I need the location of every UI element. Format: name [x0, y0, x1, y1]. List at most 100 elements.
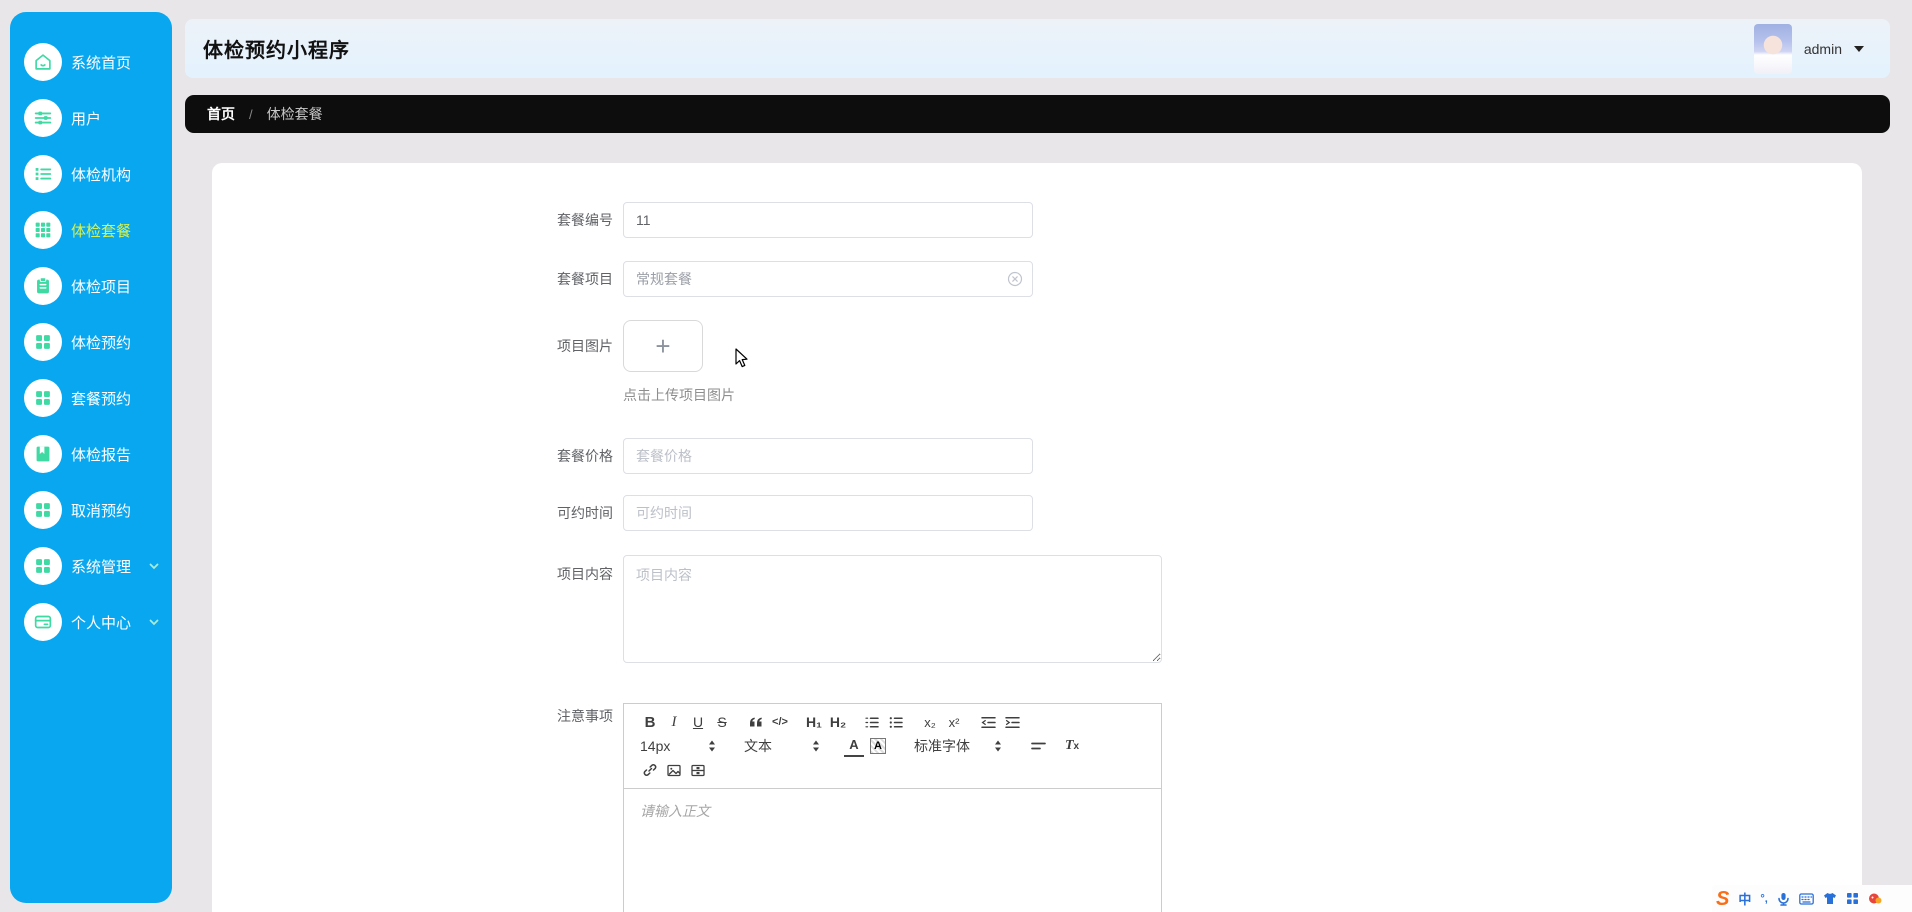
editor-placeholder: 请输入正文	[640, 803, 710, 819]
indent-button[interactable]	[1002, 711, 1022, 733]
font-family-picker[interactable]: 标准字体	[914, 735, 1002, 757]
breadcrumb-separator: /	[249, 106, 253, 122]
text-color-button[interactable]: A	[844, 735, 864, 757]
sidebar-item-cancel-booking[interactable]: 取消预约	[10, 482, 172, 538]
breadcrumb-home-link[interactable]: 首页	[207, 104, 235, 124]
font-size-value: 14px	[640, 738, 671, 754]
form-row-notes: 注意事项 B I U S </> H₁ H₂ x₂ x² 14px 文本 A A…	[455, 703, 1162, 912]
field-label: 套餐项目	[557, 271, 613, 287]
chevron-down-icon	[148, 616, 160, 628]
upload-hint: 点击上传项目图片	[623, 387, 735, 403]
list-icon	[24, 155, 62, 193]
page: 系统首页 用户 体检机构 体检套餐 体检项目 体检预约 套餐预约 体检报告 取消…	[0, 0, 1912, 912]
outdent-button[interactable]	[978, 711, 998, 733]
sidebar-item-checkup-booking[interactable]: 体检预约	[10, 314, 172, 370]
sidebar-item-system-management[interactable]: 系统管理	[10, 538, 172, 594]
sidebar-item-personal-center[interactable]: 个人中心	[10, 594, 172, 650]
wallet-icon	[24, 603, 62, 641]
sidebar-item-reports[interactable]: 体检报告	[10, 426, 172, 482]
image-button[interactable]	[664, 759, 684, 781]
strikethrough-button[interactable]: S	[712, 711, 732, 733]
highlight-color-button[interactable]: A	[870, 738, 886, 754]
toolbox-grid-icon[interactable]	[1846, 892, 1859, 905]
superscript-button[interactable]: x²	[944, 711, 964, 733]
subscript-button[interactable]: x₂	[920, 711, 940, 733]
editor-toolbar: B I U S </> H₁ H₂ x₂ x² 14px 文本 A A 标准字体…	[624, 704, 1161, 789]
chevron-down-icon	[148, 560, 160, 572]
sidebar-item-label: 体检报告	[71, 446, 132, 464]
paragraph-style-value: 文本	[744, 738, 772, 754]
bold-button[interactable]: B	[640, 711, 660, 733]
sidebar-item-packages[interactable]: 体检套餐	[10, 202, 172, 258]
video-button[interactable]	[688, 759, 708, 781]
form-row-project-image: 项目图片 + 点击上传项目图片	[455, 320, 735, 405]
user-menu[interactable]: admin	[1753, 19, 1864, 78]
header-2-button[interactable]: H₂	[828, 711, 848, 733]
form-row-project-content: 项目内容	[455, 555, 1162, 663]
caret-down-icon	[1854, 45, 1864, 52]
ime-punctuation-toggle[interactable]: °,	[1760, 893, 1767, 905]
available-time-input[interactable]	[623, 495, 1033, 531]
header-1-button[interactable]: H₁	[804, 711, 824, 733]
font-family-value: 标准字体	[914, 738, 970, 754]
clean-t: T	[1064, 738, 1074, 753]
form-row-package-price: 套餐价格	[455, 438, 1033, 474]
align-picker[interactable]	[1028, 735, 1048, 757]
username: admin	[1803, 40, 1842, 57]
sidebar-item-home[interactable]: 系统首页	[10, 34, 172, 90]
field-label: 项目图片	[557, 338, 613, 354]
home-icon	[24, 43, 62, 81]
breadcrumb-current: 体检套餐	[266, 106, 323, 122]
sidebar: 系统首页 用户 体检机构 体检套餐 体检项目 体检预约 套餐预约 体检报告 取消…	[10, 12, 172, 903]
grid-2x2-icon	[24, 379, 62, 417]
breadcrumb: 首页 / 体检套餐	[185, 95, 1890, 133]
sidebar-item-label: 个人中心	[71, 614, 132, 632]
clipboard-icon	[24, 267, 62, 305]
emoji-icon[interactable]	[1868, 892, 1882, 905]
bullet-list-button[interactable]	[886, 711, 906, 733]
package-item-input-wrap	[623, 261, 1033, 297]
microphone-icon[interactable]	[1777, 892, 1790, 906]
sidebar-item-label: 用户	[71, 110, 102, 128]
ime-toolbar: S 中 °,	[1712, 885, 1912, 912]
sidebar-item-label: 取消预约	[71, 502, 132, 520]
toolbar-row-1: B I U S </> H₁ H₂ x₂ x²	[640, 710, 1153, 734]
toolbar-row-2: 14px 文本 A A 标准字体 T x	[640, 734, 1153, 758]
sidebar-item-package-booking[interactable]: 套餐预约	[10, 370, 172, 426]
toolbar-row-3	[640, 758, 1153, 782]
sidebar-item-users[interactable]: 用户	[10, 90, 172, 146]
clear-icon[interactable]	[1007, 271, 1023, 287]
package-price-input[interactable]	[623, 438, 1033, 474]
blockquote-button[interactable]	[746, 711, 766, 733]
sidebar-item-institutions[interactable]: 体检机构	[10, 146, 172, 202]
underline-button[interactable]: U	[688, 711, 708, 733]
sidebar-item-checkup-items[interactable]: 体检项目	[10, 258, 172, 314]
editor-content[interactable]: 请输入正文	[624, 789, 1161, 912]
italic-button[interactable]: I	[664, 711, 684, 733]
ime-language-toggle[interactable]: 中	[1738, 889, 1751, 908]
paragraph-style-picker[interactable]: 文本	[744, 735, 820, 757]
image-upload-button[interactable]: +	[623, 320, 703, 372]
header-bar: 体检预约小程序 admin	[185, 19, 1890, 78]
sogou-logo-icon[interactable]: S	[1716, 889, 1729, 909]
clear-format-button[interactable]: Tx	[1062, 735, 1082, 757]
upload-column: + 点击上传项目图片	[623, 320, 735, 405]
project-content-textarea[interactable]	[623, 555, 1162, 663]
grid-2x2-icon	[24, 323, 62, 361]
ordered-list-button[interactable]	[862, 711, 882, 733]
clean-x: x	[1073, 740, 1080, 752]
package-item-input[interactable]	[623, 261, 1033, 297]
field-label: 注意事项	[557, 708, 613, 724]
link-button[interactable]	[640, 759, 660, 781]
sidebar-item-label: 体检机构	[71, 166, 132, 184]
code-button[interactable]: </>	[770, 711, 790, 733]
sidebar-item-label: 系统首页	[71, 54, 132, 72]
sliders-icon	[24, 99, 62, 137]
font-size-picker[interactable]: 14px	[640, 735, 716, 757]
grid-2x2-icon	[24, 491, 62, 529]
keyboard-icon[interactable]	[1798, 892, 1814, 905]
skin-icon[interactable]	[1823, 892, 1837, 905]
report-icon	[24, 435, 62, 473]
package-no-input[interactable]	[623, 202, 1033, 238]
sidebar-item-label: 套餐预约	[71, 390, 132, 408]
